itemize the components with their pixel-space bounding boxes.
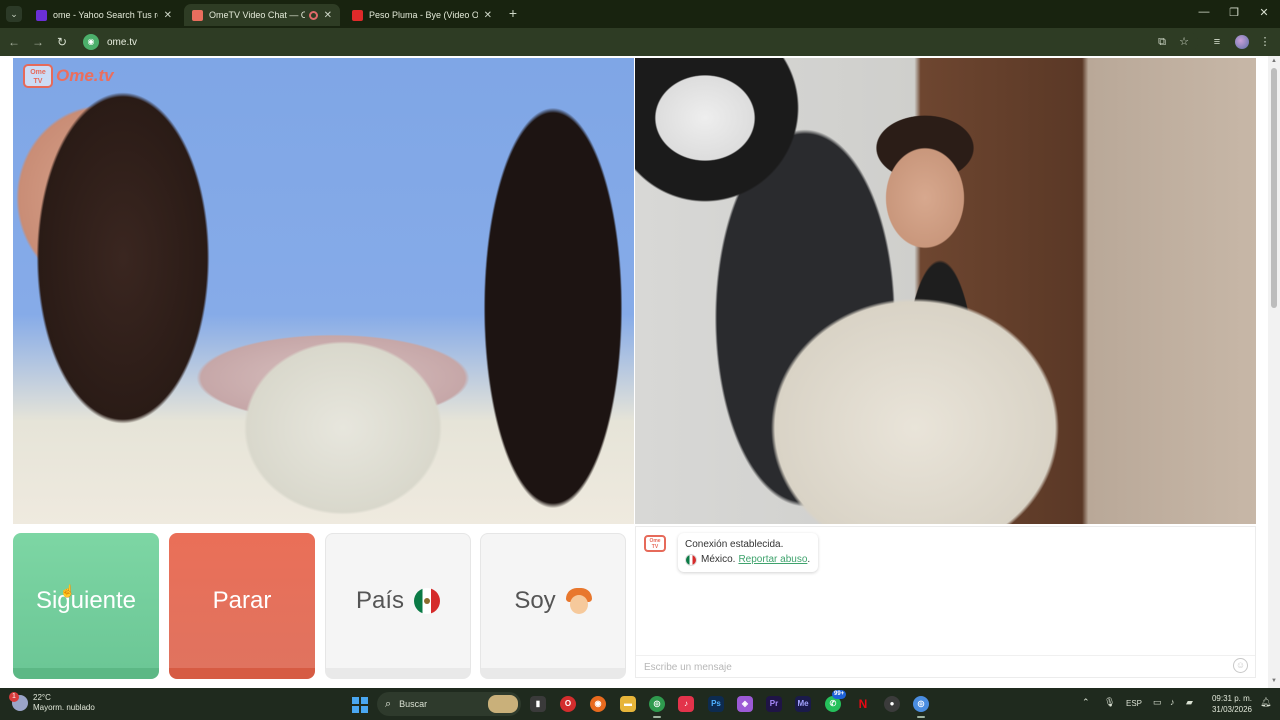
language-indicator[interactable]: ESP [1126,699,1142,708]
stop-button[interactable]: Parar [169,533,315,679]
search-highlight-image [488,695,518,713]
chrome-profile-icon[interactable]: ◎ [913,696,929,718]
stranger-video [13,58,634,524]
show-hidden-icons[interactable]: ⌃ [1082,697,1090,708]
battery-icon[interactable]: ▰ [1186,697,1193,708]
close-tab-icon[interactable]: ✕ [164,10,172,21]
ometv-icon [192,9,203,21]
next-button-label: Siguiente [35,586,137,614]
next-button[interactable]: Siguiente [13,533,159,679]
premiere-icon[interactable]: Pr [766,696,782,712]
profile-avatar[interactable] [1235,35,1249,49]
reload-icon[interactable]: ↻ [54,34,70,50]
partner-country: México. [701,554,736,565]
logo-wordmark: Ome.tv [56,66,114,85]
ometv-logo-icon: Ome TV [23,64,53,88]
tab-search-icon[interactable]: ⌄ [6,6,22,22]
restore-button[interactable]: ❐ [1226,6,1242,19]
clock-date: 31/03/2026 [1211,705,1252,714]
chrome-icon[interactable]: ◎ [649,696,665,718]
search-placeholder: Buscar [399,699,428,709]
tab-title: ome - Yahoo Search Tus resulta [53,10,158,20]
page-scrollbar[interactable]: ▲ ▼ [1268,56,1280,688]
country-button-label: País [355,587,405,614]
weather-description: Mayorm. nublado [33,703,95,712]
whatsapp-badge: 99+ [832,690,847,699]
network-icon[interactable]: ▭ [1153,697,1162,708]
self-video [635,58,1256,524]
new-tab-button[interactable]: + [505,5,521,21]
youtube-icon [352,9,363,21]
country-filter-button[interactable]: País [325,533,471,679]
install-app-icon[interactable]: ⧉ [1155,35,1169,49]
minimize-button[interactable]: — [1196,6,1212,18]
boy-face-icon [565,588,592,614]
address-bar[interactable]: ◉ ome.tv [80,31,1198,53]
scrollbar-thumb[interactable] [1271,68,1277,308]
weather-widget[interactable]: 1 22°C Mayorm. nublado [9,692,95,713]
report-abuse-link[interactable]: Reportar abuso [738,552,807,567]
obs-icon[interactable]: ● [884,696,900,712]
tab-strip: ⌄ ome - Yahoo Search Tus resulta ✕ OmeTV… [0,0,1280,28]
ometv-logo[interactable]: Ome TV Ome.tv [23,64,114,88]
connection-status: Conexión establecida. [685,539,784,550]
netflix-icon[interactable]: N [855,696,871,712]
close-window-button[interactable]: ✕ [1256,6,1272,19]
forward-icon[interactable]: → [30,34,46,50]
recording-icon [308,10,318,20]
photoshop-icon[interactable]: Ps [708,696,724,712]
back-icon[interactable]: ← [6,34,22,50]
firefox-icon[interactable]: ◉ [590,696,606,712]
mexico-flag-icon [414,588,441,614]
microphone-icon[interactable]: 🎙︎ [1104,697,1115,708]
file-explorer-icon[interactable]: ▬ [620,696,636,712]
ometv-page: Ome TV Ome.tv Siguiente Parar País Soy ☝ … [0,56,1280,688]
browser-toolbar: ← → ↻ ◉ ome.tv ⧉ ☆ ≡ ⋮ [0,28,1280,56]
whatsapp-icon[interactable]: ✆ 99+ [825,690,847,712]
opera-icon[interactable]: O [560,696,576,712]
photos-icon[interactable]: ◈ [737,696,753,712]
chat-panel: Ome TV Conexión establecida. México. Repo… [635,526,1256,678]
weather-temperature: 22°C [33,693,51,702]
system-message: Conexión establecida. México. Reportar a… [678,533,819,572]
apple-music-icon[interactable]: ♪ [678,696,694,712]
media-encoder-icon[interactable]: Me [795,696,811,712]
message-input[interactable]: Escribe un mensaje [636,655,1255,677]
tab-ometv[interactable]: OmeTV Video Chat — Ome ✕ [184,4,340,26]
scroll-down-icon[interactable]: ▼ [1270,678,1278,684]
task-view-icon[interactable]: ▮ [530,696,546,712]
menu-icon[interactable]: ⋮ [1258,35,1272,49]
url-text: ome.tv [107,36,138,48]
tab-title: Peso Pluma - Bye (Video Oficial [369,10,478,20]
tab-yahoo-search[interactable]: ome - Yahoo Search Tus resulta ✕ [28,4,180,26]
gender-filter-button[interactable]: Soy [480,533,626,679]
hand-cursor-icon: ☝ [60,584,75,598]
ometv-avatar-icon: Ome TV [644,535,666,552]
system-clock[interactable]: 09:31 p. m. 31/03/2026 [1204,693,1252,715]
bookmark-star-icon[interactable]: ☆ [1177,35,1191,49]
gender-button-label: Soy [514,587,556,614]
report-suffix: . [807,554,811,565]
tab-youtube[interactable]: Peso Pluma - Bye (Video Oficial ✕ [344,4,500,26]
close-tab-icon[interactable]: ✕ [324,10,332,21]
clock-time: 09:31 p. m. [1211,694,1252,703]
notifications-icon[interactable]: 🔔︎ [1260,697,1271,708]
reading-list-icon[interactable]: ≡ [1210,35,1224,49]
scroll-up-icon[interactable]: ▲ [1270,58,1278,64]
site-info-icon[interactable]: ◉ [83,34,99,50]
search-icon: ⌕ [385,697,392,710]
stop-button-label: Parar [212,586,272,614]
notification-badge: 1 [9,692,19,702]
taskbar-search[interactable]: ⌕ Buscar [377,692,521,716]
volume-icon[interactable]: ♪ [1170,697,1175,707]
windows-start-icon[interactable] [352,697,368,713]
windows-taskbar: 1 22°C Mayorm. nublado ⌕ Buscar ▮ O ◉ ▬ … [0,688,1280,720]
tab-title: OmeTV Video Chat — Ome [209,10,305,20]
emoji-icon[interactable]: ☺ [1233,658,1248,673]
weather-icon: 1 [9,692,28,711]
yahoo-icon [36,9,47,21]
mexico-flag-icon [685,553,697,566]
close-tab-icon[interactable]: ✕ [484,10,492,21]
